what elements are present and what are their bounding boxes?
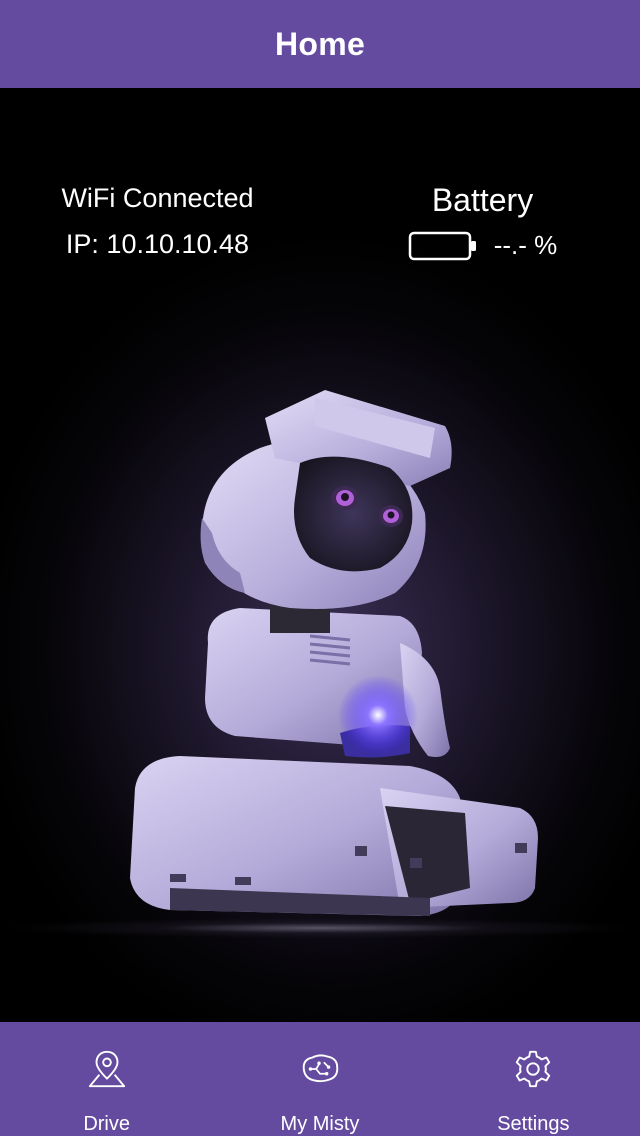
app-screen: Home WiFi Connected IP: 10.10.10.48 Batt… [0, 0, 640, 1136]
tab-settings-label: Settings [497, 1113, 570, 1135]
wifi-status-block: WiFi Connected IP: 10.10.10.48 [40, 180, 275, 262]
tab-bar: Drive My Misty Settings [0, 1022, 640, 1136]
tab-settings[interactable]: Settings [427, 1022, 640, 1136]
tab-drive[interactable]: Drive [0, 1022, 213, 1136]
page-title: Home [274, 25, 366, 62]
tab-drive-label: Drive [83, 1113, 130, 1135]
tab-my-misty[interactable]: My Misty [213, 1022, 426, 1136]
battery-percentage: --.- % [493, 230, 558, 260]
battery-title: Battery [431, 182, 534, 218]
navigation-bar: Home [0, 0, 640, 88]
battery-empty-icon [408, 231, 476, 260]
brain-icon [302, 1054, 339, 1083]
map-pin-icon [88, 1050, 125, 1088]
misty-robot-image [130, 390, 538, 916]
home-content: WiFi Connected IP: 10.10.10.48 Battery -… [0, 88, 640, 1022]
tab-my-misty-label: My Misty [280, 1113, 360, 1135]
battery-status-block: Battery --.- % [390, 180, 575, 261]
wifi-status-label: WiFi Connected [61, 183, 254, 213]
floor-reflection [0, 908, 640, 948]
battery-row: --.- % [390, 230, 575, 261]
ip-address-label: IP: 10.10.10.48 [65, 229, 250, 259]
gear-icon [516, 1050, 551, 1088]
